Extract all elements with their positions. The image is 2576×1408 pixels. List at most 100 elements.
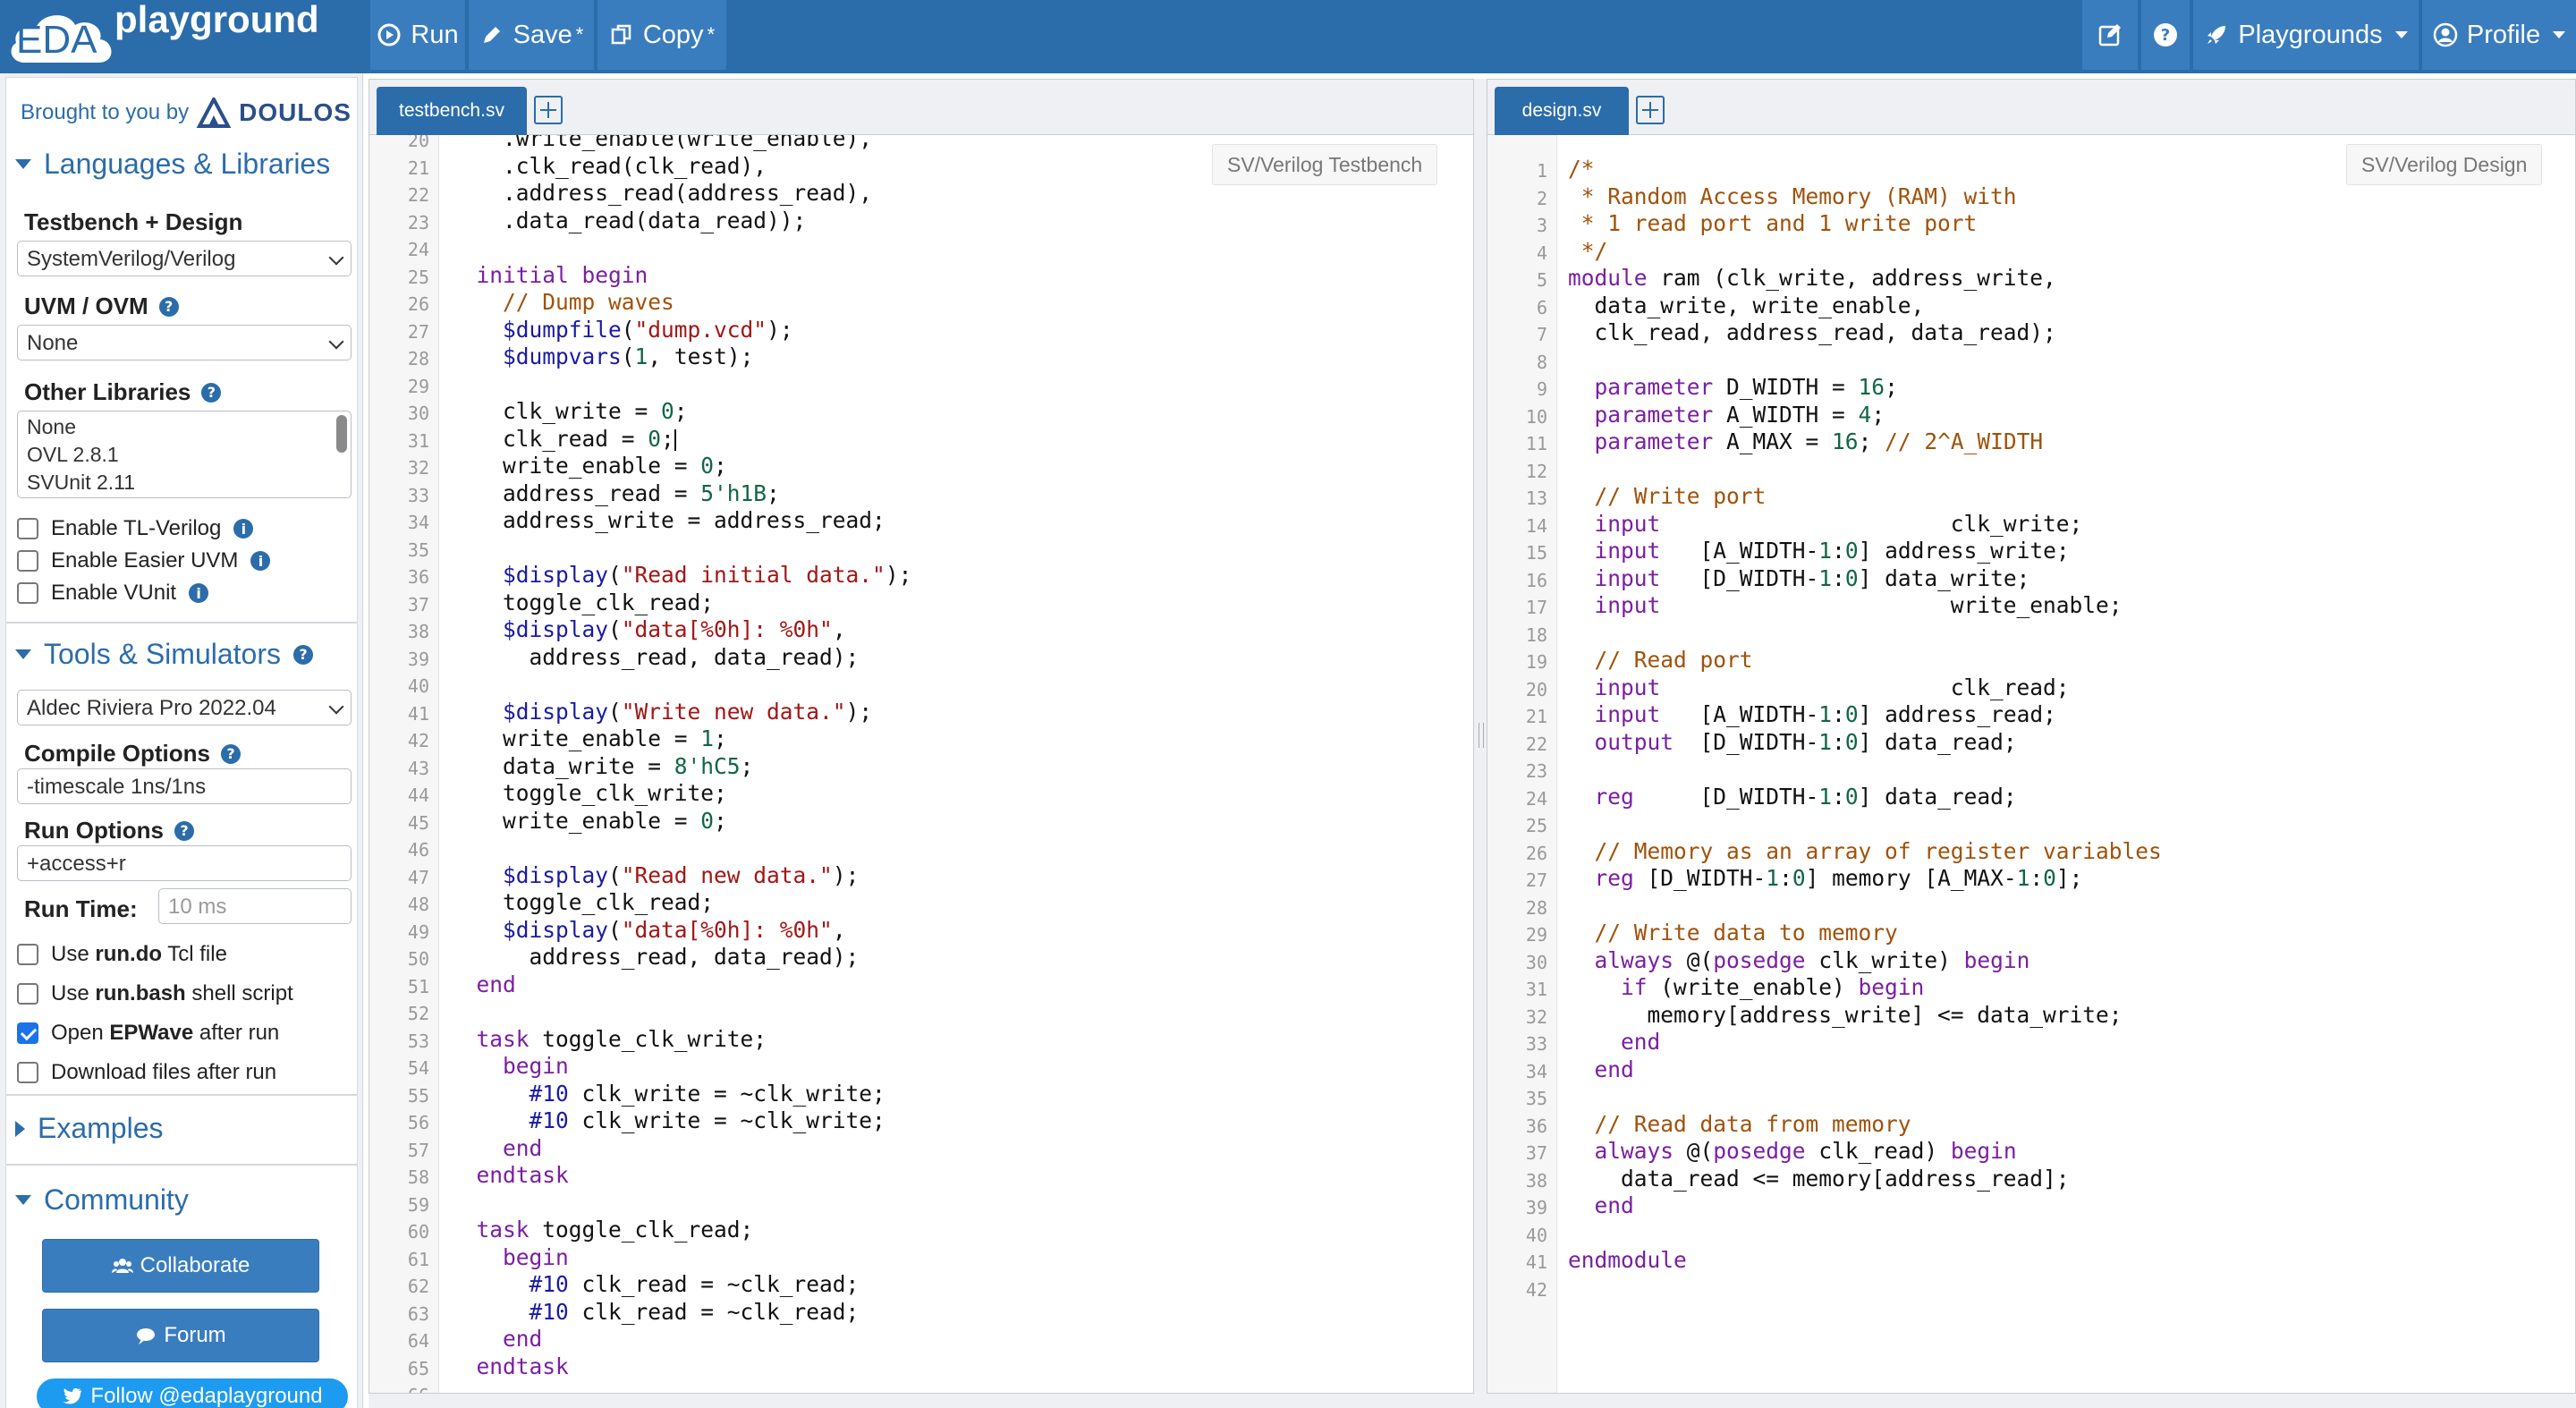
forum-button[interactable]: Forum — [42, 1309, 319, 1362]
code-line[interactable]: $display("data[%0h]: %0h", — [450, 917, 846, 943]
code-line[interactable]: end — [1568, 1056, 1634, 1082]
help-info-icon[interactable]: ? — [201, 382, 222, 403]
run-button[interactable]: Run — [370, 0, 467, 70]
code-line[interactable]: end — [1568, 1193, 1634, 1218]
code-line[interactable]: module ram (clk_write, address_write, — [1568, 266, 2056, 291]
code-line[interactable]: $display("Read initial data."); — [450, 563, 911, 588]
code-line[interactable]: $display("Write new data."); — [450, 699, 872, 725]
checkbox-box[interactable] — [17, 944, 38, 965]
copy-button[interactable]: Copy * — [597, 0, 728, 70]
code-line[interactable]: clk_read, address_read, data_read); — [1568, 320, 2056, 345]
help-info-icon[interactable]: i — [233, 519, 254, 539]
editor-splitter-handle[interactable] — [1474, 79, 1487, 1403]
code-line[interactable]: end — [450, 1327, 542, 1352]
code-line[interactable]: input clk_write; — [1568, 511, 2083, 537]
code-line[interactable]: address_read = 5'h1B; — [450, 480, 780, 506]
add-file-icon[interactable] — [1636, 96, 1665, 124]
code-line[interactable]: /* — [1568, 157, 1595, 182]
community-toggle[interactable]: Community — [15, 1183, 189, 1217]
use-run-bash-checkbox[interactable]: Use run.bash shell script — [17, 981, 293, 1006]
checkbox-box[interactable] — [17, 518, 38, 539]
code-line[interactable]: begin — [450, 1054, 569, 1079]
languages-libraries-toggle[interactable]: Languages & Libraries — [15, 148, 330, 181]
checkbox-box[interactable] — [17, 1062, 38, 1083]
code-line[interactable]: parameter A_WIDTH = 4; — [1568, 402, 1885, 428]
playgrounds-menu[interactable]: Playgrounds — [2193, 0, 2420, 70]
code-line[interactable]: toggle_clk_write; — [450, 781, 727, 806]
simulator-select[interactable]: Aldec Riviera Pro 2022.04 — [17, 690, 352, 725]
help-button[interactable]: ? — [2141, 0, 2191, 70]
code-line[interactable]: // Read data from memory — [1568, 1111, 1911, 1137]
help-info-icon[interactable]: i — [250, 551, 271, 571]
use-run-do-checkbox[interactable]: Use run.do Tcl file — [17, 942, 227, 967]
code-line[interactable]: $dumpvars(1, test); — [450, 344, 753, 369]
code-line[interactable]: input [D_WIDTH-1:0] data_write; — [1568, 565, 2030, 591]
code-line[interactable]: input clk_read; — [1568, 674, 2070, 700]
code-line[interactable]: data_write, write_enable, — [1568, 293, 1925, 318]
code-line[interactable]: * 1 read port and 1 write port — [1568, 211, 1978, 236]
code-line[interactable]: clk_read = 0; — [450, 426, 676, 452]
uvm-ovm-select[interactable]: None — [17, 325, 352, 360]
code-line[interactable]: // Write port — [1568, 484, 1767, 509]
code-line[interactable]: $display("data[%0h]: %0h", — [450, 617, 846, 642]
code-line[interactable]: reg [D_WIDTH-1:0] memory [A_MAX-1:0]; — [1568, 866, 2083, 891]
code-line[interactable]: initial begin — [450, 262, 648, 288]
code-line[interactable]: .data_read(data_read)); — [450, 208, 806, 233]
code-line[interactable]: reg [D_WIDTH-1:0] data_read; — [1568, 784, 2017, 810]
sponsor-banner[interactable]: Brought to you by DOULOS — [21, 98, 352, 128]
code-line[interactable]: always @(posedge clk_write) begin — [1568, 947, 2030, 973]
code-line[interactable]: #10 clk_read = ~clk_read; — [450, 1272, 860, 1297]
code-line[interactable]: end — [450, 1135, 542, 1161]
code-line[interactable]: write_enable = 1; — [450, 726, 727, 751]
code-line[interactable]: task toggle_clk_write; — [450, 1026, 767, 1052]
code-line[interactable]: */ — [1568, 238, 1608, 264]
code-line[interactable]: clk_write = 0; — [450, 399, 688, 424]
collaborate-button[interactable]: Collaborate — [42, 1239, 319, 1293]
edit-button[interactable] — [2082, 0, 2140, 70]
code-line[interactable]: #10 clk_write = ~clk_write; — [450, 1108, 886, 1133]
library-option[interactable]: None — [27, 413, 342, 441]
library-option[interactable]: SVUnit 2.11 — [27, 469, 342, 496]
save-button[interactable]: Save * — [469, 0, 596, 70]
design-code-area[interactable]: /* * Random Access Memory (RAM) with * 1… — [1557, 135, 2575, 1393]
library-option[interactable]: OVL 2.8.1 — [27, 441, 342, 469]
code-line[interactable]: memory[address_write] <= data_write; — [1568, 1002, 2123, 1028]
code-line[interactable]: $display("Read new data."); — [450, 862, 859, 888]
code-line[interactable]: parameter A_MAX = 16; // 2^A_WIDTH — [1568, 429, 2044, 454]
listbox-scrollbar[interactable] — [336, 415, 347, 453]
bottom-resize-bar[interactable] — [369, 1394, 2576, 1408]
help-info-icon[interactable]: ? — [221, 743, 241, 764]
enable-easier-uvm-checkbox[interactable]: Enable Easier UVM i — [17, 548, 271, 573]
checkbox-box[interactable] — [17, 983, 38, 1005]
checkbox-box[interactable] — [17, 550, 38, 572]
code-line[interactable]: data_read <= memory[address_read]; — [1568, 1166, 2070, 1192]
code-line[interactable]: begin — [450, 1244, 569, 1270]
help-info-icon[interactable]: i — [189, 583, 209, 603]
run-options-input[interactable]: +access+r — [17, 845, 352, 881]
twitter-follow-button[interactable]: Follow @edaplayground — [37, 1378, 348, 1408]
code-line[interactable]: always @(posedge clk_read) begin — [1568, 1139, 2017, 1164]
code-line[interactable]: endtask — [450, 1353, 569, 1379]
code-line[interactable]: address_read, data_read); — [450, 644, 860, 670]
enable-tl-verilog-checkbox[interactable]: Enable TL-Verilog i — [17, 516, 254, 541]
code-line[interactable]: input [A_WIDTH-1:0] address_read; — [1568, 702, 2056, 727]
code-line[interactable]: // Memory as an array of register variab… — [1568, 838, 2162, 864]
code-line[interactable]: endtask — [450, 1163, 569, 1188]
code-line[interactable]: .address_read(address_read), — [450, 181, 872, 206]
run-time-input[interactable]: 10 ms — [158, 888, 352, 924]
code-line[interactable]: task toggle_clk_read; — [450, 1217, 754, 1243]
design-file-tab[interactable]: design.sv — [1495, 87, 1629, 135]
compile-options-input[interactable]: -timescale 1ns/1ns — [17, 768, 352, 804]
testbench-code-area[interactable]: .write_enable(write_enable), .clk_read(c… — [439, 135, 1473, 1393]
other-libraries-list[interactable]: None OVL 2.8.1 SVUnit 2.11 — [17, 411, 352, 498]
help-info-icon[interactable]: ? — [158, 296, 179, 317]
code-line[interactable]: toggle_clk_read; — [450, 589, 714, 615]
examples-toggle[interactable]: Examples — [15, 1112, 164, 1145]
checkbox-box-checked[interactable] — [17, 1022, 38, 1044]
code-line[interactable]: toggle_clk_read; — [450, 890, 714, 915]
code-line[interactable]: .clk_read(clk_read), — [450, 153, 767, 179]
code-line[interactable]: parameter D_WIDTH = 16; — [1568, 375, 1898, 400]
code-line[interactable]: write_enable = 0; — [450, 808, 727, 834]
code-line[interactable]: end — [1568, 1030, 1660, 1055]
code-line[interactable]: // Dump waves — [450, 290, 674, 315]
